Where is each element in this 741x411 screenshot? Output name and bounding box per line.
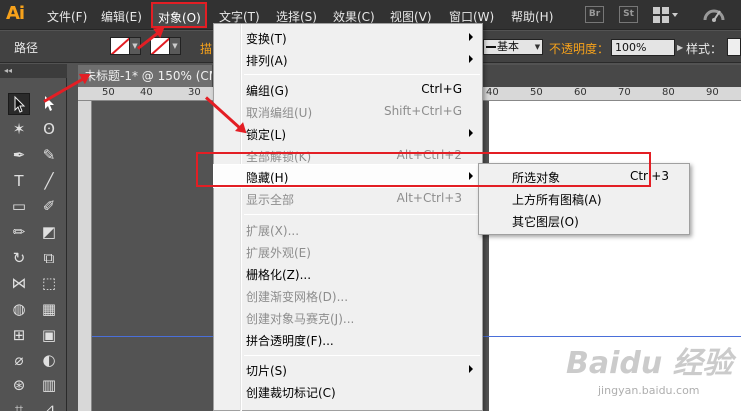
menu-edit[interactable]: 编辑(E) (101, 8, 142, 25)
menu-file[interactable]: 文件(F) (47, 8, 87, 25)
baidu-jingyan-watermark: Baidu 经验 jingyan.baidu.com (558, 338, 741, 411)
ruler-tick-label: 50 (530, 87, 543, 98)
submenu-arrow-icon (469, 55, 473, 63)
lasso-tool-icon[interactable]: ʘ (38, 118, 60, 140)
graphic-style-label: 样式： (686, 42, 723, 56)
ruler-tick-label: 60 (574, 87, 587, 98)
menu-separator (244, 214, 480, 215)
workspace-grid-icon[interactable] (653, 7, 678, 23)
document-tab[interactable]: 未标题-1* @ 150% (CM (78, 65, 212, 87)
submenu-arrow-icon (469, 365, 473, 373)
watermark-main: Baidu 经验 (566, 346, 733, 381)
object-menu-dropdown: 变换(T) 排列(A) 编组(G) Ctrl+G 取消编组(U) Shift+Ctr… (213, 23, 483, 411)
opacity-input[interactable]: 100% (611, 39, 675, 56)
column-graph-tool-icon[interactable]: ▥ (38, 374, 60, 396)
menu-help[interactable]: 帮助(H) (511, 8, 553, 25)
menu-item-show-all[interactable]: 显示全部 Alt+Ctrl+3 (214, 187, 482, 209)
ruler-tick-label: 90 (706, 87, 719, 98)
menu-item-ungroup[interactable]: 取消编组(U) Shift+Ctrl+G (214, 100, 482, 122)
submenu-item-all-artwork-above[interactable]: 上方所有图稿(A) (479, 187, 689, 209)
paintbrush-tool-icon[interactable]: ✐ (38, 195, 60, 217)
free-transform-tool-icon[interactable]: ⬚ (38, 272, 60, 294)
menu-item-flatten-transparency[interactable]: 拼合透明度(F)... (214, 328, 482, 350)
menu-item-rasterize[interactable]: 栅格化(Z)... (214, 262, 482, 284)
hide-row-highlight-box (196, 152, 651, 187)
ruler-tick-label: 80 (662, 87, 675, 98)
mesh-tool-icon[interactable]: ⊞ (8, 324, 30, 346)
gradient-tool-icon[interactable]: ▣ (38, 324, 60, 346)
submenu-arrow-icon (469, 129, 473, 137)
selection-tool-icon[interactable] (8, 93, 30, 115)
stroke-label[interactable]: 描 (200, 40, 212, 57)
tools-panel: ◂◂ ✶ ʘ ✒ ✎ T ╱ ▭ ✐ ✏ ◩ ↻ ⧉ ⋈ ⬚ ◍ ▦ ⊞ ▣ ⌀… (0, 64, 67, 411)
type-tool-icon[interactable]: T (8, 170, 30, 192)
graphic-style-swatch[interactable] (727, 38, 741, 56)
menu-item-expand-appearance[interactable]: 扩展外观(E) (214, 240, 482, 262)
watermark-sub: jingyan.baidu.com (598, 384, 700, 397)
illustrator-logo: Ai (6, 3, 25, 24)
menu-object-label: 对象(O) (158, 11, 201, 25)
slice-tool-icon[interactable]: ⊿ (38, 398, 60, 411)
pen-tool-icon[interactable]: ✒ (8, 144, 30, 166)
rotate-tool-icon[interactable]: ↻ (8, 247, 30, 269)
submenu-arrow-icon (469, 33, 473, 41)
menu-separator (244, 355, 480, 356)
pencil-tool-icon[interactable]: ✏ (8, 221, 30, 243)
curvature-tool-icon[interactable]: ✎ (38, 144, 60, 166)
menu-item-lock[interactable]: 锁定(L) (214, 122, 482, 144)
stroke-style-value: 基本 (497, 40, 519, 53)
rectangle-tool-icon[interactable]: ▭ (8, 195, 30, 217)
symbol-sprayer-tool-icon[interactable]: ⊛ (8, 374, 30, 396)
menu-item-transform[interactable]: 变换(T) (214, 26, 482, 48)
tools-panel-collapse-icon[interactable]: ◂◂ (0, 64, 67, 78)
blend-tool-icon[interactable]: ◐ (38, 349, 60, 371)
selection-type-label: 路径 (14, 41, 39, 55)
artboard-tool-icon[interactable]: ⌗ (8, 398, 30, 411)
menu-item-create-trim-marks[interactable]: 创建裁切标记(C) (214, 380, 482, 402)
menu-item-group[interactable]: 编组(G) Ctrl+G (214, 78, 482, 100)
stroke-style-dropdown-icon[interactable]: ▼ (532, 39, 543, 55)
menu-item-gradient-mesh[interactable]: 创建渐变网格(D)... (214, 284, 482, 306)
width-tool-icon[interactable]: ⋈ (8, 272, 30, 294)
magic-wand-tool-icon[interactable]: ✶ (8, 118, 30, 140)
menu-separator (244, 74, 480, 75)
line-tool-icon[interactable]: ╱ (38, 170, 60, 192)
fill-swatch[interactable] (110, 37, 130, 55)
stroke-style-preview (486, 46, 496, 48)
scale-tool-icon[interactable]: ⧉ (38, 247, 60, 269)
menu-item-expand[interactable]: 扩展(X)... (214, 218, 482, 240)
ruler-tick-label: 40 (486, 87, 499, 98)
eraser-tool-icon[interactable]: ◩ (38, 221, 60, 243)
ruler-tick-label: 70 (618, 87, 631, 98)
perspective-grid-tool-icon[interactable]: ▦ (38, 298, 60, 320)
menu-item-slice[interactable]: 切片(S) (214, 358, 482, 380)
sync-icon[interactable] (702, 6, 726, 27)
stroke-dropdown[interactable]: ▼ (169, 37, 181, 55)
stroke-swatch[interactable] (150, 37, 170, 55)
menu-item-object-mosaic[interactable]: 创建对象马赛克(J)... (214, 306, 482, 328)
opacity-label[interactable]: 不透明度： (549, 40, 609, 57)
stock-badge[interactable]: St (619, 6, 638, 23)
eyedropper-tool-icon[interactable]: ⌀ (8, 349, 30, 371)
menu-item-arrange[interactable]: 排列(A) (214, 48, 482, 70)
vertical-ruler[interactable] (78, 101, 92, 411)
ruler-tick-label: 50 (102, 87, 115, 98)
bridge-badge[interactable]: Br (585, 6, 604, 23)
ruler-tick-label: 40 (140, 87, 153, 98)
shape-builder-tool-icon[interactable]: ◍ (8, 298, 30, 320)
ruler-tick-label: 30 (188, 87, 201, 98)
submenu-item-other-layers[interactable]: 其它图层(O) (479, 209, 689, 231)
